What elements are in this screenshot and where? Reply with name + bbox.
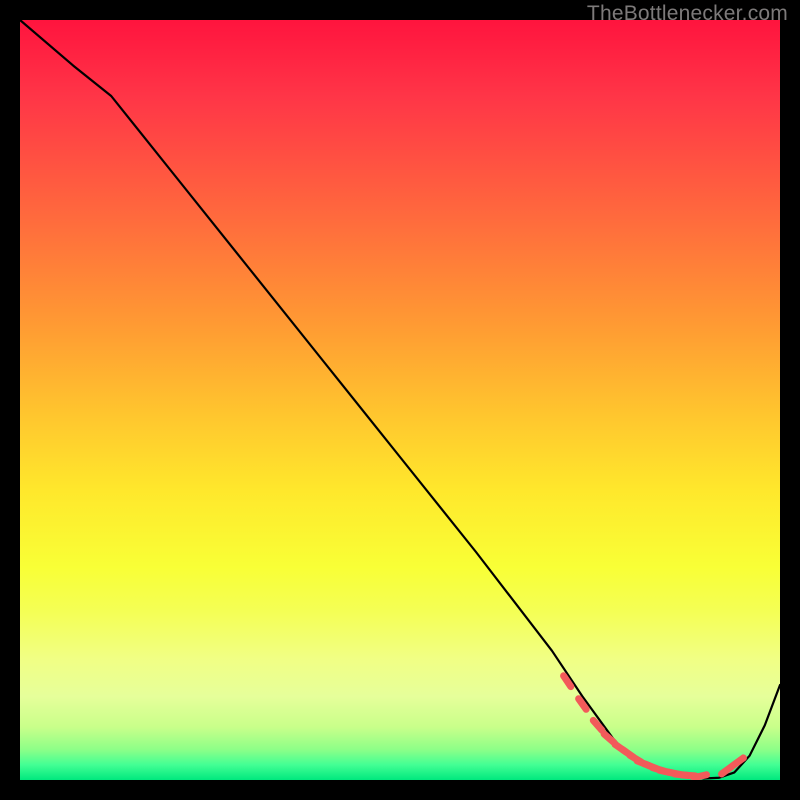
chart-stage: TheBottlenecker.com xyxy=(0,0,800,800)
chart-svg xyxy=(20,20,780,780)
curve-line xyxy=(20,20,780,778)
plot-area xyxy=(20,20,780,780)
marker-dots xyxy=(564,676,744,778)
